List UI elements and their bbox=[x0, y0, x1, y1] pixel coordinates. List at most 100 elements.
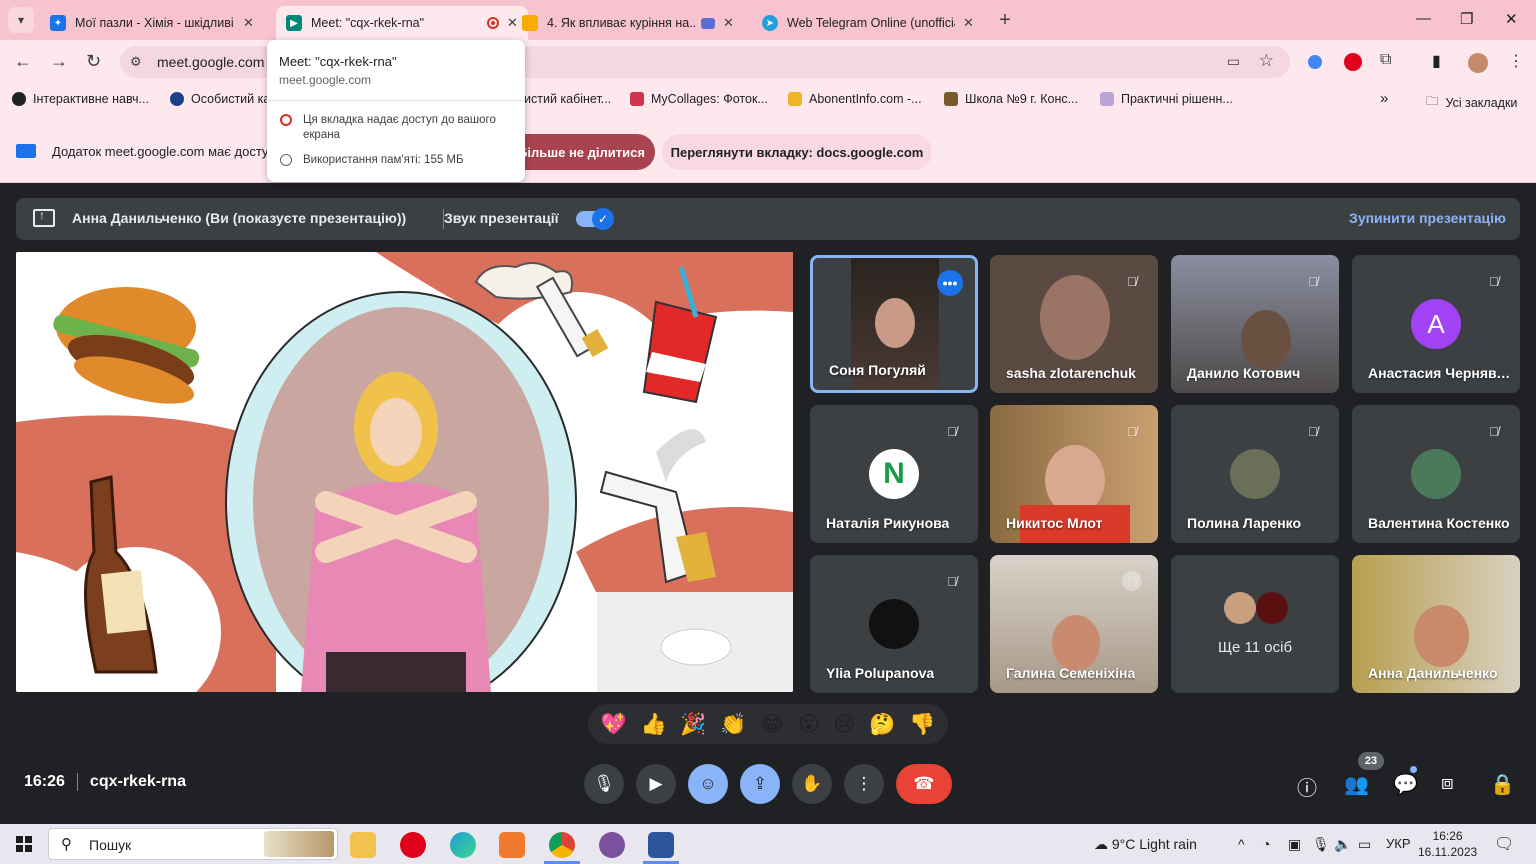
taskbar-search[interactable]: ⚲ Пошук bbox=[48, 828, 338, 860]
opera-extension-icon[interactable] bbox=[1344, 53, 1362, 71]
minimize-icon[interactable]: — bbox=[1416, 10, 1431, 27]
bookmark-item[interactable]: AbonentInfo.com -... bbox=[788, 92, 922, 106]
participant-tile[interactable]: 🎙̸ Никитос Млот bbox=[990, 405, 1158, 543]
bookmark-star-icon[interactable]: ☆ bbox=[1259, 51, 1274, 71]
participant-tile[interactable]: N 🎙̸ Наталія Рикунова bbox=[810, 405, 978, 543]
extension-icon[interactable] bbox=[1308, 55, 1322, 69]
bookmark-item[interactable]: Інтерактивне навч... bbox=[12, 92, 149, 106]
more-bookmarks-icon[interactable]: » bbox=[1380, 90, 1388, 107]
all-bookmarks[interactable]: 🗀 Усі закладки bbox=[1426, 92, 1517, 113]
microphone-button[interactable]: 🎙 bbox=[584, 764, 624, 804]
show-hidden-icons[interactable]: ^ bbox=[1238, 836, 1245, 852]
file-explorer-icon[interactable] bbox=[350, 832, 376, 858]
people-icon[interactable]: 👥 bbox=[1344, 772, 1369, 797]
chat-icon[interactable]: 💬 bbox=[1393, 772, 1418, 797]
network-icon[interactable]: ◔ bbox=[1262, 836, 1270, 852]
reaction-party[interactable]: 🎉 bbox=[680, 714, 706, 735]
participant-tile[interactable]: 🎙̸ Валентина Костенко bbox=[1352, 405, 1520, 543]
activities-icon[interactable]: ⧈ bbox=[1441, 772, 1454, 795]
participant-tile[interactable]: 🎙̸ sasha zlotarenchuk bbox=[990, 255, 1158, 393]
app-icon[interactable] bbox=[499, 832, 525, 858]
reaction-heart[interactable]: 💖 bbox=[601, 714, 627, 735]
camera-button[interactable]: ▶ bbox=[636, 764, 676, 804]
notifications-icon[interactable]: 🗨 bbox=[1494, 834, 1514, 854]
presentation-illustration bbox=[16, 252, 793, 692]
avatar bbox=[1224, 592, 1256, 624]
profile-avatar[interactable] bbox=[1468, 53, 1488, 73]
participant-tile[interactable]: 🎙̸ Данило Котович bbox=[1171, 255, 1339, 393]
mic-off-icon: 🎙̸ bbox=[947, 573, 957, 589]
bookmark-item[interactable]: Практичні рішенн... bbox=[1100, 92, 1233, 106]
new-tab-button[interactable]: + bbox=[990, 6, 1020, 34]
reaction-clap[interactable]: 👏 bbox=[720, 714, 746, 735]
reaction-thinking[interactable]: 🤔 bbox=[869, 714, 895, 735]
reactions-bar: 💖 👍 🎉 👏 😂 😮 😢 🤔 👎 bbox=[588, 704, 948, 744]
reload-icon[interactable]: ↻ bbox=[86, 51, 101, 72]
participant-tile[interactable]: ••• Соня Погуляй bbox=[810, 255, 978, 393]
microphone-tray-icon[interactable]: 🎙 bbox=[1312, 836, 1330, 853]
leave-call-button[interactable]: ☎ bbox=[896, 764, 952, 804]
tab-search-button[interactable]: ▾ bbox=[8, 7, 34, 33]
extensions-puzzle-icon[interactable]: ⧉ bbox=[1380, 51, 1398, 69]
edge-icon[interactable] bbox=[450, 832, 476, 858]
reaction-laugh[interactable]: 😂 bbox=[760, 714, 785, 735]
slides-icon bbox=[522, 15, 538, 31]
avatar: A bbox=[1411, 299, 1461, 349]
reaction-sad[interactable]: 😢 bbox=[834, 714, 856, 735]
bookmark-item[interactable]: истий кабінет... bbox=[524, 92, 611, 106]
reaction-thumbs-up[interactable]: 👍 bbox=[641, 714, 667, 735]
tab-slides[interactable]: 4. Як впливає куріння на... ✕ bbox=[512, 6, 744, 40]
close-icon[interactable]: ✕ bbox=[963, 15, 974, 31]
presentation-audio-toggle[interactable]: ✓ bbox=[576, 208, 614, 230]
participant-tile[interactable]: 🎙̸ Ylia Polupanova bbox=[810, 555, 978, 693]
participant-name: Соня Погуляй bbox=[829, 362, 926, 378]
raise-hand-button[interactable]: ✋ bbox=[792, 764, 832, 804]
word-icon[interactable] bbox=[648, 832, 674, 858]
more-options-button[interactable]: ⋮ bbox=[844, 764, 884, 804]
close-icon[interactable]: ✕ bbox=[723, 15, 734, 31]
participant-tile[interactable]: 🎙̸ Полина Ларенко bbox=[1171, 405, 1339, 543]
battery-icon[interactable]: ▭ bbox=[1358, 836, 1371, 853]
bookmark-item[interactable]: MyCollages: Фоток... bbox=[630, 92, 768, 106]
windows-start-icon[interactable] bbox=[16, 836, 32, 852]
present-button[interactable]: ⇪ bbox=[740, 764, 780, 804]
participant-tile[interactable]: 🎙̸ Галина Семеніхіна bbox=[990, 555, 1158, 693]
stop-sharing-button[interactable]: Більше не ділитися bbox=[508, 134, 655, 170]
opera-icon[interactable] bbox=[400, 832, 426, 858]
maximize-icon[interactable]: ❐ bbox=[1460, 10, 1473, 28]
more-options-icon[interactable]: ••• bbox=[937, 270, 963, 296]
reaction-surprised[interactable]: 😮 bbox=[798, 714, 820, 735]
tab-telegram[interactable]: ➤ Web Telegram Online (unofficial ✕ bbox=[752, 6, 984, 40]
close-window-icon[interactable]: ✕ bbox=[1505, 10, 1518, 28]
participant-tile-self[interactable]: Анна Данильченко bbox=[1352, 555, 1520, 693]
view-tab-button[interactable]: Переглянути вкладку: docs.google.com bbox=[662, 134, 932, 170]
weather-widget[interactable]: ☁ 9°C Light rain bbox=[1094, 836, 1197, 853]
side-panel-icon[interactable]: ▮ bbox=[1432, 51, 1450, 70]
meeting-details-icon[interactable]: ⓘ bbox=[1297, 772, 1317, 801]
reactions-button[interactable]: ☺ bbox=[688, 764, 728, 804]
close-icon[interactable]: ✕ bbox=[243, 15, 254, 31]
site-settings-icon[interactable]: ⚙ bbox=[130, 54, 142, 70]
bookmark-item[interactable]: Школа №9 г. Конс... bbox=[944, 92, 1078, 106]
tab-meet[interactable]: ▶ Meet: "cqx-rkek-rna" ✕ bbox=[276, 6, 528, 40]
reaction-thumbs-down[interactable]: 👎 bbox=[909, 714, 935, 735]
participant-face bbox=[1414, 605, 1469, 667]
meet-tray-icon[interactable]: ▣ bbox=[1288, 836, 1301, 853]
keyboard-language[interactable]: УКР bbox=[1386, 836, 1411, 851]
system-clock[interactable]: 16:26 16.11.2023 bbox=[1418, 828, 1477, 860]
bookmark-icon bbox=[788, 92, 802, 106]
back-icon[interactable]: ← bbox=[14, 51, 32, 72]
viber-icon[interactable] bbox=[599, 832, 625, 858]
forward-icon[interactable]: → bbox=[50, 51, 68, 72]
tab-puzzles[interactable]: ✦ Мої пазли - Хімія - шкідливі з ✕ bbox=[40, 6, 264, 40]
menu-icon[interactable]: ⋮ bbox=[1508, 51, 1526, 70]
participant-tile[interactable]: A 🎙̸ Анастасия Чернявская bbox=[1352, 255, 1520, 393]
chrome-icon[interactable] bbox=[549, 832, 575, 858]
bookmark-item[interactable]: Особистий ка bbox=[170, 92, 270, 106]
camera-icon[interactable]: ▭ bbox=[1227, 53, 1240, 70]
bookmark-label: Інтерактивне навч... bbox=[33, 92, 149, 106]
others-tile[interactable]: Ще 11 осіб bbox=[1171, 555, 1339, 693]
host-controls-icon[interactable]: 🔒 bbox=[1490, 772, 1515, 797]
volume-icon[interactable]: 🔈 bbox=[1334, 836, 1351, 853]
stop-presenting-button[interactable]: Зупинити презентацію bbox=[1349, 210, 1506, 226]
